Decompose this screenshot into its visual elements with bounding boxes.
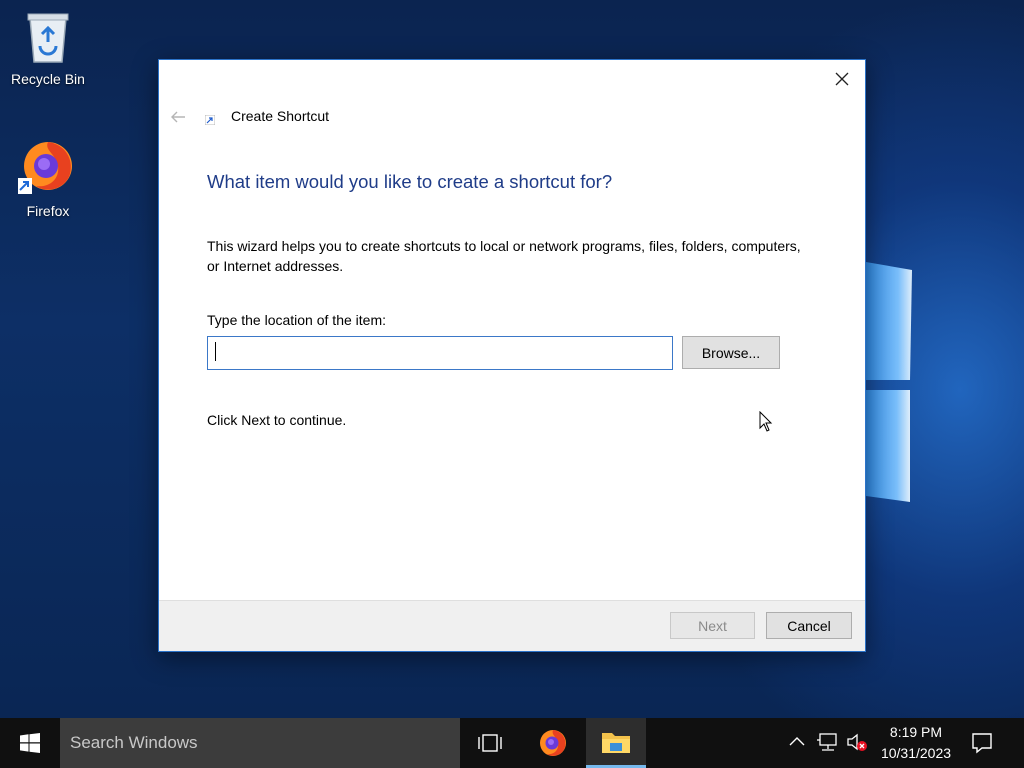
start-button[interactable] [0, 718, 60, 768]
windows-start-icon [20, 733, 40, 753]
firefox-icon [540, 730, 566, 756]
firefox-label: Firefox [26, 203, 70, 219]
create-shortcut-dialog: Create Shortcut What item would you like… [158, 59, 866, 652]
chevron-up-icon [789, 737, 805, 746]
close-button[interactable] [827, 66, 857, 92]
cancel-button[interactable]: Cancel [766, 612, 852, 639]
show-hidden-icons-button[interactable] [788, 733, 806, 756]
taskbar-file-explorer[interactable] [586, 718, 646, 768]
network-tray-button[interactable] [817, 732, 839, 757]
mouse-pointer-icon [759, 411, 773, 432]
network-icon [817, 733, 837, 751]
next-button[interactable]: Next [670, 612, 755, 639]
location-label: Type the location of the item: [207, 312, 386, 328]
action-center-button[interactable] [970, 731, 994, 760]
shortcut-icon [205, 115, 215, 125]
text-caret [215, 342, 216, 361]
windows-wallpaper-logo [866, 262, 912, 502]
recycle-bin-desktop-icon[interactable]: Recycle Bin [3, 8, 93, 87]
taskbar-search[interactable]: Search Windows [60, 718, 460, 768]
back-arrow-icon [171, 111, 185, 123]
location-input[interactable] [207, 336, 673, 370]
dialog-footer: Next Cancel [159, 600, 865, 651]
firefox-desktop-icon[interactable]: Firefox [3, 136, 93, 219]
taskbar: Search Windows 8:19 PM 10/31/2023 [0, 718, 1024, 768]
back-button[interactable] [167, 106, 189, 128]
taskbar-clock[interactable]: 8:19 PM 10/31/2023 [872, 722, 960, 764]
recycle-bin-icon [27, 13, 69, 63]
dialog-title: Create Shortcut [231, 108, 330, 124]
task-view-icon [478, 734, 502, 752]
clock-date: 10/31/2023 [880, 745, 952, 761]
notification-icon [972, 733, 992, 754]
firefox-icon [16, 142, 72, 194]
close-icon [835, 72, 849, 86]
clock-time: 8:19 PM [889, 724, 943, 740]
recycle-bin-label: Recycle Bin [11, 71, 85, 87]
page-heading: What item would you like to create a sho… [207, 171, 613, 192]
task-view-button[interactable] [460, 718, 520, 768]
continue-hint: Click Next to continue. [207, 412, 347, 428]
folder-icon [602, 732, 630, 753]
volume-muted-icon [847, 733, 867, 751]
wizard-description: This wizard helps you to create shortcut… [207, 238, 801, 274]
browse-button[interactable]: Browse... [682, 336, 780, 369]
taskbar-firefox[interactable] [523, 718, 583, 768]
volume-tray-button[interactable] [846, 732, 868, 757]
